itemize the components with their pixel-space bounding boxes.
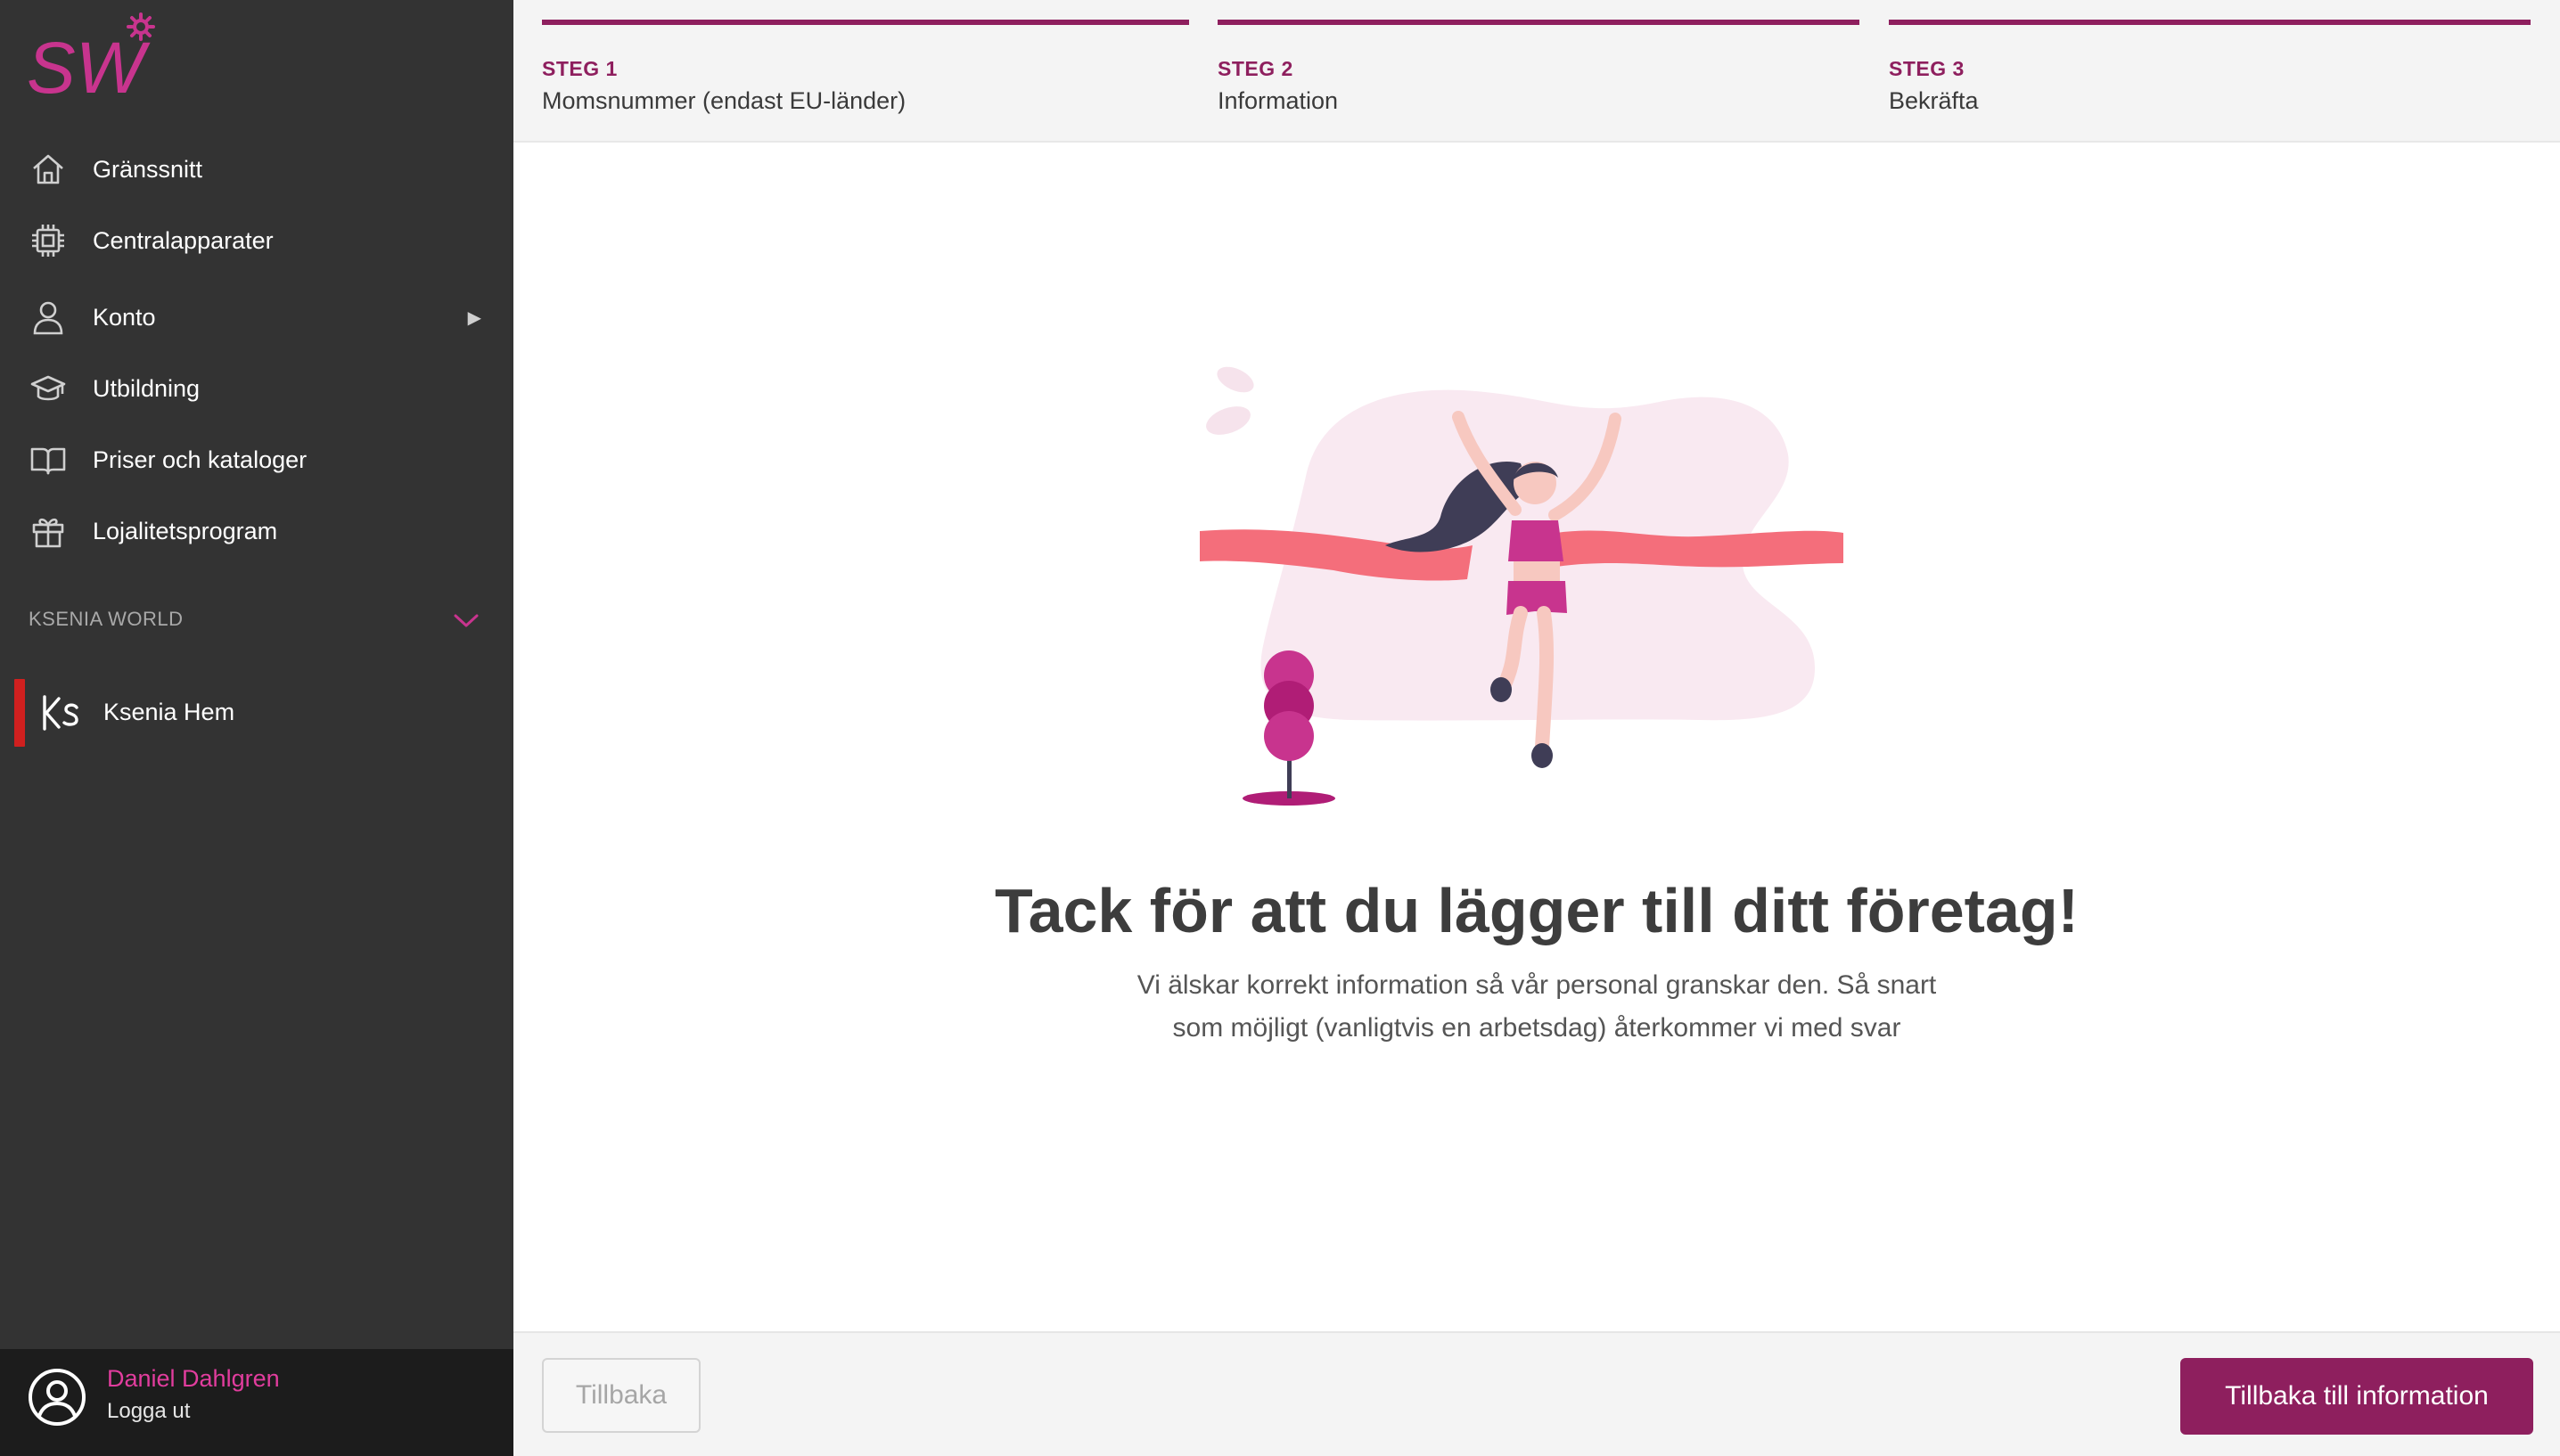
avatar-icon[interactable] <box>27 1367 87 1427</box>
step-3[interactable]: STEG 3 Bekräfta <box>1889 0 2531 143</box>
section-label: KSENIA WORLD <box>29 608 184 630</box>
graduation-cap-icon <box>29 369 68 408</box>
svg-text:SW: SW <box>27 28 151 102</box>
main-content: STEG 1 Momsnummer (endast EU-länder) STE… <box>513 0 2560 1456</box>
chip-icon <box>29 221 68 260</box>
user-icon <box>29 298 68 337</box>
sidebar-item-label: Ksenia Hem <box>103 699 235 725</box>
chevron-down-icon <box>451 609 481 635</box>
footer-bar: Tillbaka Tillbaka till information <box>513 1331 2560 1456</box>
page-description: Vi älskar korrekt information så vår per… <box>1136 970 1937 1043</box>
step-title: Momsnummer (endast EU-länder) <box>542 87 907 114</box>
user-name: Daniel Dahlgren <box>107 1365 280 1392</box>
sidebar-item-centralapparater[interactable]: Centralapparater <box>0 212 513 269</box>
sidebar-item-label: Gränssnitt <box>93 155 203 183</box>
step-1[interactable]: STEG 1 Momsnummer (endast EU-länder) <box>542 0 1189 143</box>
sidebar-item-label: Utbildning <box>93 374 201 402</box>
home-icon <box>29 150 68 189</box>
sidebar-item-priser[interactable]: Priser och kataloger <box>0 431 513 488</box>
gift-icon <box>29 511 68 551</box>
step-progress-bar <box>1889 20 2531 25</box>
step-progress-bar <box>1218 20 1859 25</box>
sidebar-item-label: Konto <box>93 303 156 331</box>
sidebar-item-utbildning[interactable]: Utbildning <box>0 360 513 417</box>
sidebar-item-label: Lojalitetsprogram <box>93 517 278 544</box>
active-indicator <box>14 679 25 747</box>
sidebar-item-lojalitetsprogram[interactable]: Lojalitetsprogram <box>0 503 513 560</box>
section-ksenia-world[interactable]: KSENIA WORLD <box>0 597 513 642</box>
finish-line-illustration <box>1200 348 1877 829</box>
back-to-information-button[interactable]: Tillbaka till information <box>2180 1358 2533 1435</box>
ks-logo-icon <box>41 693 80 732</box>
step-2[interactable]: STEG 2 Information <box>1218 0 1859 143</box>
back-button[interactable]: Tillbaka <box>542 1358 701 1433</box>
sidebar-item-ksenia-hem[interactable]: Ksenia Hem <box>0 677 513 748</box>
book-icon <box>29 440 68 479</box>
sw-logo[interactable]: SW <box>27 12 160 109</box>
sidebar-item-gransnitt[interactable]: Gränssnitt <box>0 141 513 198</box>
sidebar-item-label: Centralapparater <box>93 226 274 254</box>
step-number: STEG 2 <box>1218 57 1293 80</box>
sidebar-item-label: Priser och kataloger <box>93 446 308 473</box>
logout-link[interactable]: Logga ut <box>107 1399 190 1424</box>
step-number: STEG 1 <box>542 57 618 80</box>
page-heading: Tack för att du lägger till ditt företag… <box>995 876 2079 945</box>
sidebar: SW Gränssnitt Centralapparater Konto ▶ U… <box>0 0 513 1456</box>
user-panel: Daniel Dahlgren Logga ut <box>0 1349 513 1456</box>
step-number: STEG 3 <box>1889 57 1965 80</box>
sidebar-item-konto[interactable]: Konto ▶ <box>0 289 513 346</box>
step-title: Bekräfta <box>1889 87 1979 114</box>
step-progress-bar <box>542 20 1189 25</box>
step-title: Information <box>1218 87 1339 114</box>
stepper: STEG 1 Momsnummer (endast EU-länder) STE… <box>513 0 2560 143</box>
caret-right-icon: ▶ <box>467 307 481 328</box>
